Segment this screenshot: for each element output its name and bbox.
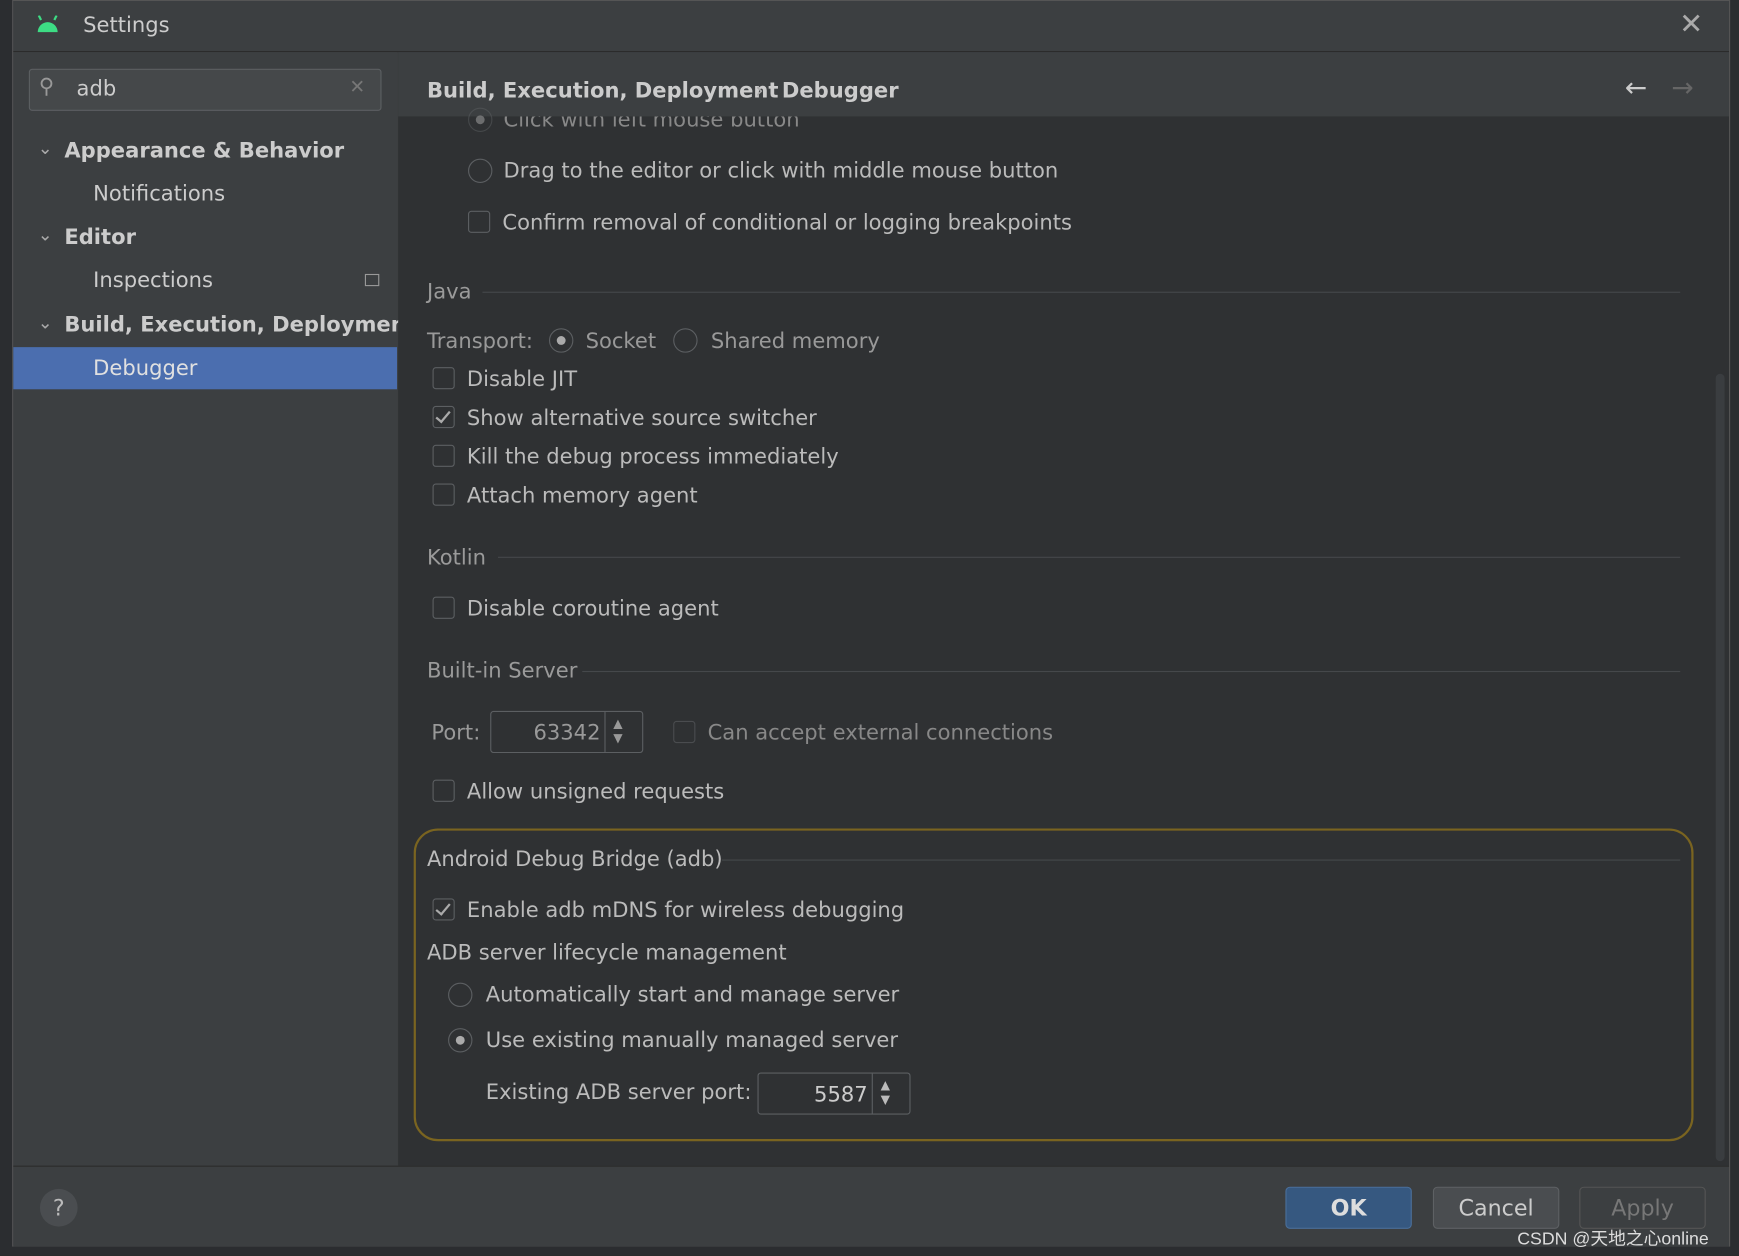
search-value: adb — [76, 76, 117, 101]
breadcrumb-separator: › — [755, 78, 764, 104]
sidebar-item-appearance[interactable]: ⌄ Appearance & Behavior — [13, 133, 397, 173]
window-title: Settings — [83, 13, 170, 38]
checkbox-kill-process[interactable] — [432, 444, 455, 467]
port-label: Port: — [431, 720, 481, 746]
divider — [721, 859, 1681, 861]
checkbox-external-connections[interactable] — [673, 720, 696, 744]
label-disable-jit: Disable JIT — [466, 367, 578, 392]
sidebar-item-label: Inspections — [93, 268, 213, 293]
sidebar-item-label: Debugger — [93, 356, 198, 381]
spinner-arrows-icon[interactable]: ▲ ▼ — [613, 716, 622, 745]
section-adb: Android Debug Bridge (adb) — [426, 847, 723, 872]
chevron-down-icon: ⌄ — [37, 137, 53, 159]
settings-dialog: Settings ✕ ⚲ adb ✕ ⌄ Appearance & Behavio… — [12, 0, 1731, 1247]
checkbox-adb-mdns[interactable] — [432, 898, 455, 921]
label-confirm-removal: Confirm removal of conditional or loggin… — [502, 210, 1072, 236]
section-kotlin: Kotlin — [426, 545, 486, 571]
close-icon[interactable]: ✕ — [1679, 8, 1703, 41]
chevron-down-icon: ⌄ — [37, 311, 53, 333]
spinner-arrows-icon[interactable]: ▲ ▼ — [881, 1078, 890, 1107]
sidebar-item-label: Editor — [64, 225, 136, 250]
scrollbar[interactable] — [1715, 373, 1725, 1162]
settings-content: Build, Execution, Deployment › Debugger … — [398, 52, 1730, 1166]
sidebar-item-debugger[interactable]: Debugger — [13, 347, 398, 390]
checkbox-attach-memory[interactable] — [432, 483, 455, 506]
port-value: 63342 — [533, 720, 601, 746]
sidebar-item-inspections[interactable]: Inspections — [13, 263, 397, 303]
adb-port-label: Existing ADB server port: — [485, 1080, 752, 1105]
adb-port-value: 5587 — [814, 1082, 868, 1107]
radio-manual-server[interactable] — [448, 1028, 473, 1053]
sidebar-item-label: Build, Execution, Deployment — [64, 312, 416, 338]
label-show-alt-source: Show alternative source switcher — [466, 405, 817, 431]
label-manual-server: Use existing manually managed server — [485, 1028, 899, 1053]
checkbox-unsigned-requests[interactable] — [432, 779, 455, 802]
label-attach-memory: Attach memory agent — [466, 483, 698, 508]
help-button[interactable]: ? — [39, 1188, 78, 1227]
breadcrumb-current: Debugger — [781, 78, 899, 104]
breadcrumb-parent[interactable]: Build, Execution, Deployment — [427, 79, 778, 103]
checkbox-confirm-removal[interactable] — [468, 210, 491, 233]
adb-port-spinner[interactable]: 5587 ▲ ▼ — [757, 1072, 911, 1115]
title-bar: Settings ✕ — [13, 1, 1730, 53]
label-disable-coroutine: Disable coroutine agent — [466, 596, 719, 622]
radio-socket[interactable] — [548, 328, 574, 353]
port-spinner[interactable]: 63342 ▲ ▼ — [490, 710, 644, 754]
label-unsigned-requests: Allow unsigned requests — [466, 779, 725, 805]
search-input[interactable]: ⚲ adb ✕ — [28, 68, 382, 111]
clear-search-icon[interactable]: ✕ — [349, 77, 365, 99]
radio-shared-memory[interactable] — [673, 328, 698, 353]
label-auto-start: Automatically start and manage server — [485, 982, 900, 1008]
checkbox-disable-jit[interactable] — [432, 367, 455, 390]
sidebar: ⚲ adb ✕ ⌄ Appearance & Behavior Notificat… — [13, 52, 416, 1166]
label-external-connections: Can accept external connections — [707, 720, 1054, 746]
chevron-down-icon: ⌄ — [37, 224, 53, 246]
radio-auto-start[interactable] — [448, 982, 473, 1008]
back-arrow-icon[interactable]: ← — [1625, 72, 1647, 103]
search-icon: ⚲ — [38, 74, 55, 99]
sidebar-item-label: Appearance & Behavior — [64, 138, 345, 164]
label-kill-process: Kill the debug process immediately — [466, 444, 839, 470]
label-shared-memory: Shared memory — [710, 329, 880, 354]
watermark: CSDN @天地之心online — [1517, 1229, 1709, 1249]
transport-label: Transport: — [426, 329, 533, 354]
breadcrumb: Build, Execution, Deployment › Debugger … — [398, 52, 1730, 117]
sidebar-item-editor[interactable]: ⌄ Editor — [13, 220, 397, 260]
radio-click-left[interactable] — [468, 107, 493, 132]
label-socket: Socket — [585, 329, 657, 354]
sidebar-item-label: Notifications — [93, 181, 226, 207]
checkbox-disable-coroutine[interactable] — [432, 596, 455, 619]
label-adb-mdns: Enable adb mDNS for wireless debugging — [466, 898, 905, 923]
android-icon — [37, 15, 58, 33]
project-scope-icon — [364, 273, 380, 287]
radio-drag[interactable] — [468, 158, 493, 183]
checkbox-show-alt-source[interactable] — [432, 405, 455, 429]
divider — [582, 670, 1681, 673]
label-drag: Drag to the editor or click with middle … — [503, 158, 1059, 183]
sidebar-item-notifications[interactable]: Notifications — [13, 176, 397, 216]
forward-arrow-icon[interactable]: → — [1671, 72, 1693, 103]
section-builtin-server: Built-in Server — [426, 658, 578, 684]
section-java: Java — [426, 279, 472, 304]
ok-button[interactable]: OK — [1285, 1186, 1412, 1229]
divider — [497, 556, 1681, 558]
adb-lifecycle-label: ADB server lifecycle management — [426, 940, 787, 965]
footer: ? OK Cancel Apply — [13, 1165, 1730, 1247]
sidebar-item-build[interactable]: ⌄ Build, Execution, Deployment — [13, 307, 416, 347]
divider — [482, 291, 1681, 293]
